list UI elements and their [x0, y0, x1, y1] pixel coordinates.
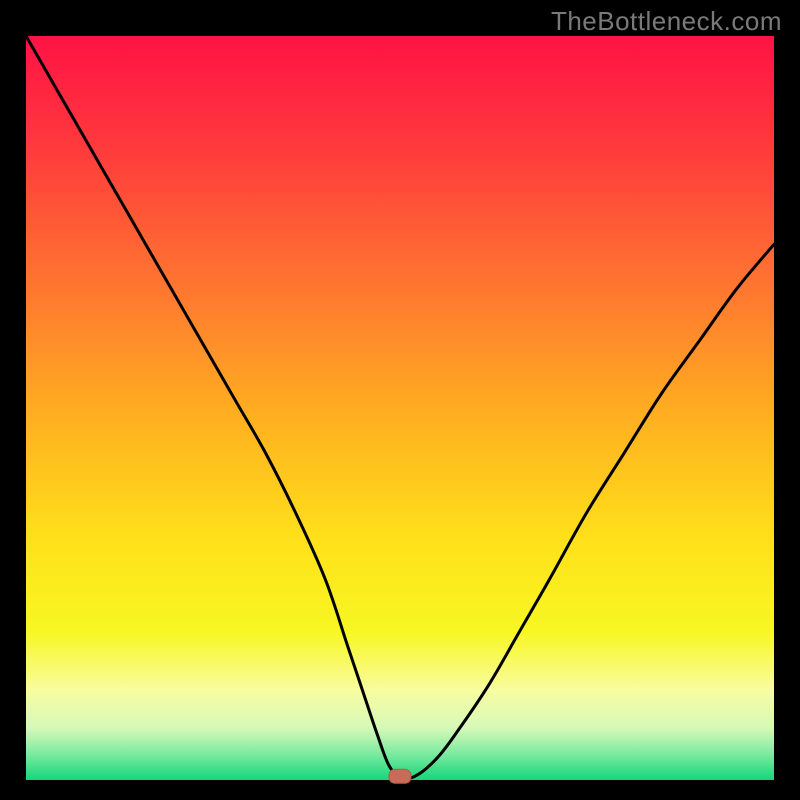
bottleneck-chart	[0, 0, 800, 800]
plot-background	[26, 36, 774, 780]
optimal-point-marker	[389, 769, 411, 783]
chart-frame: TheBottleneck.com	[0, 0, 800, 800]
watermark-text: TheBottleneck.com	[551, 6, 782, 37]
